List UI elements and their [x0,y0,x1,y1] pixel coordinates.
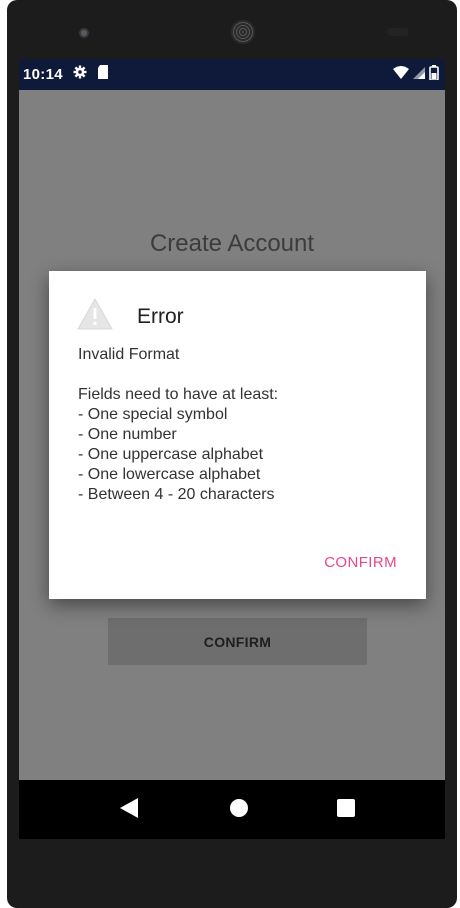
message-line: - One number [78,426,177,443]
dialog-header: Error [77,298,184,335]
battery-icon [429,64,439,85]
confirm-button-background[interactable]: CONFIRM [108,618,367,665]
message-line: Invalid Format [78,346,180,363]
home-icon[interactable] [230,799,248,822]
message-line: - Between 4 - 20 characters [78,486,275,503]
proximity-sensor [387,28,409,36]
message-line: Fields need to have at least: [78,386,279,403]
recents-icon[interactable] [337,799,355,822]
status-time: 10:14 [23,66,63,83]
gear-icon [73,65,87,84]
wifi-icon [393,65,409,84]
page-title: Create Account [149,230,315,257]
error-dialog: Error Invalid Format Fields need to have… [49,271,426,599]
warning-icon [77,298,113,335]
earpiece-speaker [231,20,255,44]
signal-icon [413,66,425,84]
status-bar: 10:14 [19,59,445,90]
message-line: - One uppercase alphabet [78,446,264,463]
navigation-bar [19,780,445,839]
dialog-message: Invalid Format Fields need to have at le… [78,345,278,505]
sd-card-icon [97,65,109,84]
message-line: - One special symbol [78,406,228,423]
dialog-confirm-button[interactable]: CONFIRM [324,554,397,571]
message-line: - One lowercase alphabet [78,466,261,483]
dialog-title: Error [137,304,184,328]
back-icon[interactable] [120,798,138,823]
front-camera [79,28,89,38]
message-line [78,365,278,385]
